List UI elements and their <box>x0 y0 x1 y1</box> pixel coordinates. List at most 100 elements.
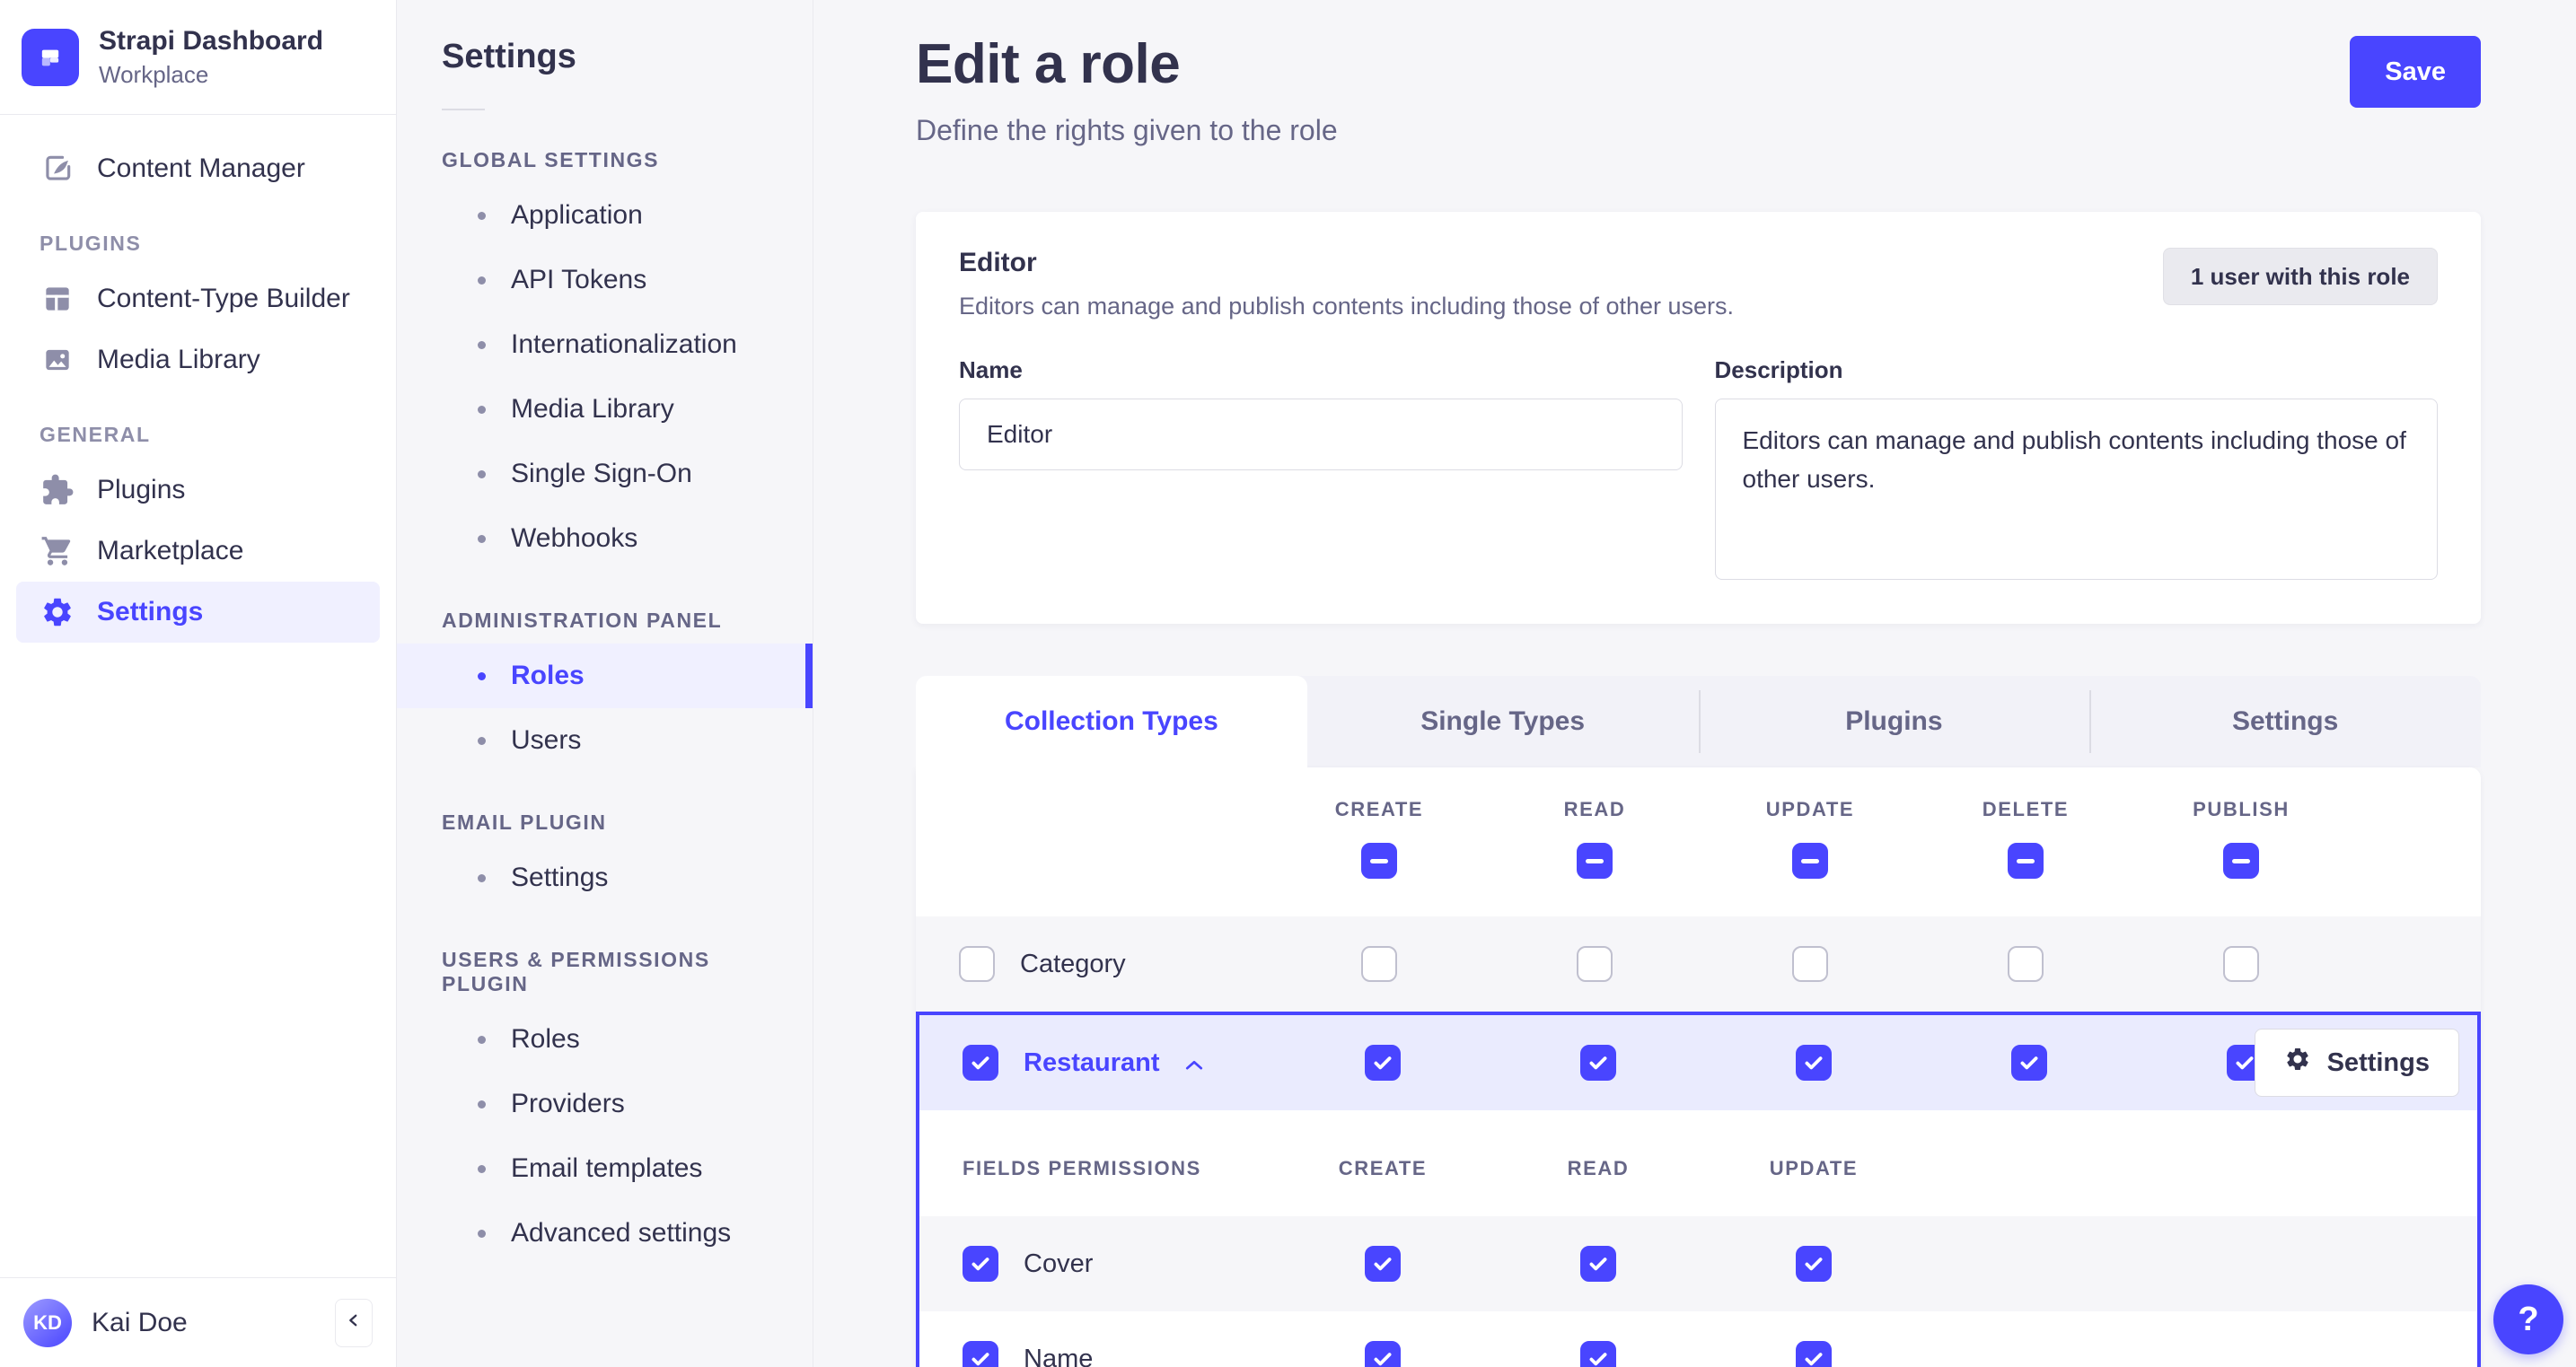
role-description-text: Editors can manage and publish contents … <box>959 293 1735 320</box>
subnav-item-label: Email templates <box>511 1153 703 1183</box>
page-header: Edit a role Define the rights given to t… <box>916 0 2481 147</box>
gear-icon <box>40 594 75 630</box>
name-field-group: Name <box>959 356 1683 584</box>
checkbox-cover-read[interactable] <box>1580 1246 1616 1282</box>
main-sidebar: Strapi Dashboard Workplace Content Manag… <box>0 0 397 1367</box>
subnav-item-users[interactable]: Users <box>397 708 813 773</box>
role-description-input[interactable]: Editors can manage and publish contents … <box>1714 399 2438 580</box>
workspace-info: Strapi Dashboard Workplace <box>99 25 323 89</box>
subnav-item-media-library[interactable]: Media Library <box>397 377 813 442</box>
sidebar-item-content-type-builder[interactable]: Content-Type Builder <box>16 268 380 329</box>
sidebar-item-marketplace[interactable]: Marketplace <box>16 521 380 582</box>
tab-collection-types[interactable]: Collection Types <box>916 676 1307 767</box>
collapse-sidebar-button[interactable] <box>335 1298 373 1347</box>
column-header-update: UPDATE <box>1765 798 1855 820</box>
field-row-name: Name <box>919 1311 2477 1367</box>
checkbox-select-all-publish[interactable] <box>2223 843 2259 879</box>
role-name-input[interactable] <box>959 399 1683 470</box>
row-label: Name <box>1024 1344 1094 1367</box>
users-with-role-button[interactable]: 1 user with this role <box>2162 248 2438 305</box>
checkbox-cover[interactable] <box>963 1246 998 1282</box>
help-button[interactable]: ? <box>2493 1284 2563 1354</box>
checkbox-restaurant-create[interactable] <box>1365 1045 1401 1081</box>
checkbox-select-all-create[interactable] <box>1361 843 1397 879</box>
fields-column-update: UPDATE <box>1769 1157 1859 1179</box>
checkbox-restaurant[interactable] <box>963 1045 998 1081</box>
content-type-builder-icon <box>40 281 75 317</box>
checkbox-category-update[interactable] <box>1792 946 1828 982</box>
subnav-item-email-templates[interactable]: Email templates <box>397 1136 813 1201</box>
subnav-item-roles[interactable]: Roles <box>397 644 813 708</box>
main-content: Edit a role Define the rights given to t… <box>813 0 2576 1367</box>
bullet-icon <box>478 1035 486 1044</box>
sidebar-item-media-library[interactable]: Media Library <box>16 329 380 390</box>
bullet-icon <box>478 340 486 349</box>
sidebar-item-content-manager[interactable]: Content Manager <box>16 138 380 199</box>
row-label[interactable]: Category <box>1020 950 1126 979</box>
checkbox-category-delete[interactable] <box>2008 946 2044 982</box>
subnav-title: Settings <box>442 38 576 75</box>
checkbox-restaurant-update[interactable] <box>1796 1045 1832 1081</box>
checkbox-select-all-update[interactable] <box>1792 843 1828 879</box>
page-subtitle: Define the rights given to the role <box>916 114 1338 146</box>
subnav-item-api-tokens[interactable]: API Tokens <box>397 248 813 312</box>
tab-plugins[interactable]: Plugins <box>1698 676 2090 767</box>
checkbox-category-read[interactable] <box>1577 946 1613 982</box>
checkbox-cover-update[interactable] <box>1796 1246 1832 1282</box>
restaurant-settings-button[interactable]: Settings <box>2254 1029 2459 1097</box>
fields-column-create: CREATE <box>1338 1157 1428 1179</box>
subnav-item-advanced-settings[interactable]: Advanced settings <box>397 1201 813 1266</box>
checkbox-select-all-delete[interactable] <box>2008 843 2044 879</box>
subnav-item-single-sign-on[interactable]: Single Sign-On <box>397 442 813 506</box>
main-navigation: Content Manager PLUGINS Content-Type Bui… <box>0 115 396 666</box>
checkbox-name-read[interactable] <box>1580 1341 1616 1367</box>
checkbox-category-create[interactable] <box>1361 946 1397 982</box>
gear-icon <box>2284 1046 2311 1080</box>
subnav-item-providers[interactable]: Providers <box>397 1072 813 1136</box>
save-button[interactable]: Save <box>2350 36 2481 108</box>
subnav-item-label: Application <box>511 200 643 230</box>
cart-icon <box>40 533 75 569</box>
subnav-section-email-plugin: EMAIL PLUGIN <box>442 811 607 834</box>
column-header-publish: PUBLISH <box>2193 798 2290 820</box>
checkbox-name-create[interactable] <box>1365 1341 1401 1367</box>
subnav-item-email-settings[interactable]: Settings <box>397 846 813 910</box>
bullet-icon <box>478 534 486 543</box>
sidebar-item-plugins[interactable]: Plugins <box>16 460 380 521</box>
chevron-left-icon <box>346 1312 362 1333</box>
checkbox-restaurant-delete[interactable] <box>2011 1045 2047 1081</box>
sidebar-item-label: Plugins <box>97 475 186 504</box>
checkbox-name-update[interactable] <box>1796 1341 1832 1367</box>
tab-settings[interactable]: Settings <box>2089 676 2481 767</box>
permissions-header-row: CREATE READ UPDATE DELETE PUBLISH <box>916 767 2481 916</box>
subnav-item-application[interactable]: Application <box>397 183 813 248</box>
puzzle-icon <box>40 472 75 508</box>
description-label: Description <box>1714 356 1843 383</box>
checkbox-category[interactable] <box>959 946 995 982</box>
bullet-icon <box>478 211 486 220</box>
subnav-item-internationalization[interactable]: Internationalization <box>397 312 813 377</box>
workspace-brand[interactable]: Strapi Dashboard Workplace <box>0 0 396 115</box>
subnav-item-up-roles[interactable]: Roles <box>397 1007 813 1072</box>
role-details-card: Editor Editors can manage and publish co… <box>916 212 2481 624</box>
page-title: Edit a role <box>916 33 1181 95</box>
row-label[interactable]: Restaurant <box>1024 1048 1160 1078</box>
bullet-icon <box>478 1164 486 1173</box>
sidebar-item-label: Media Library <box>97 345 260 374</box>
checkbox-select-all-read[interactable] <box>1577 843 1613 879</box>
subnav-item-webhooks[interactable]: Webhooks <box>397 506 813 571</box>
sidebar-item-settings[interactable]: Settings <box>16 582 380 643</box>
checkbox-restaurant-read[interactable] <box>1580 1045 1616 1081</box>
fields-permissions-header: FIELDS PERMISSIONS CREATE READ UPDATE <box>919 1110 2477 1216</box>
permissions-table: CREATE READ UPDATE DELETE PUBLISH Catego… <box>916 767 2481 1367</box>
subnav-item-label: Single Sign-On <box>511 459 692 488</box>
sidebar-section-plugins: PLUGINS <box>40 232 142 255</box>
tab-single-types[interactable]: Single Types <box>1307 676 1699 767</box>
subnav-item-label: Media Library <box>511 394 674 424</box>
avatar[interactable]: KD <box>23 1298 72 1347</box>
subnav-section-administration-panel: ADMINISTRATION PANEL <box>442 609 723 632</box>
checkbox-category-publish[interactable] <box>2223 946 2259 982</box>
checkbox-cover-create[interactable] <box>1365 1246 1401 1282</box>
media-library-icon <box>40 342 75 378</box>
checkbox-name[interactable] <box>963 1341 998 1367</box>
